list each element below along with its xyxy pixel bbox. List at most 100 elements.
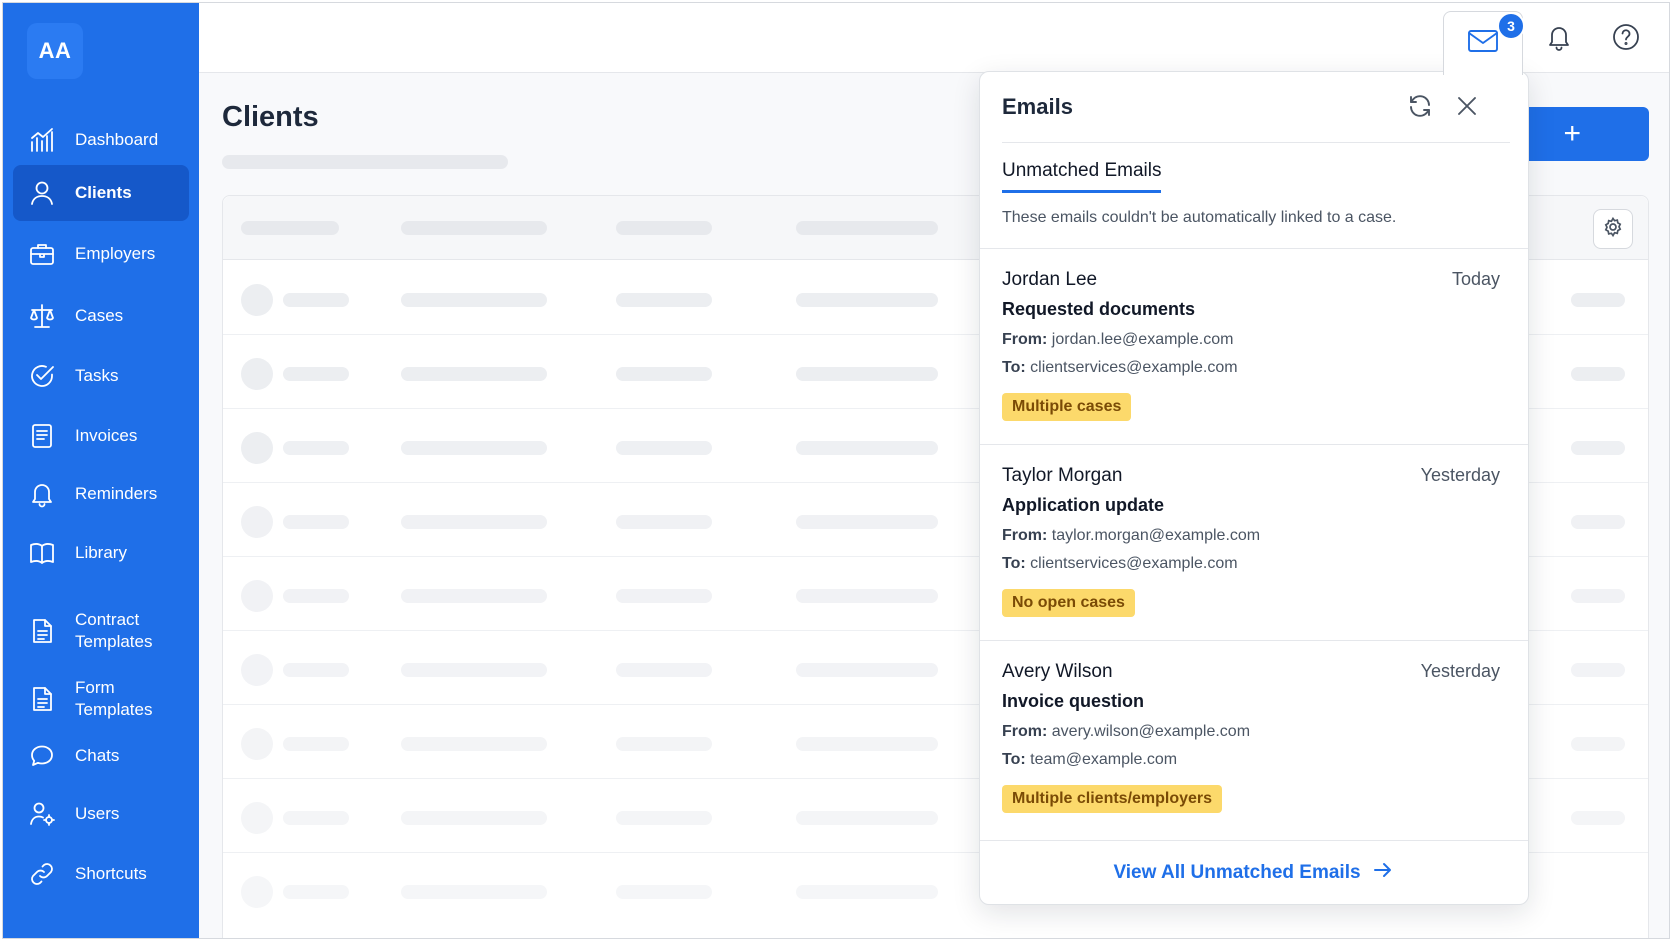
help-button[interactable] bbox=[1602, 15, 1650, 63]
cell-placeholder bbox=[796, 441, 938, 455]
email-sender: Avery Wilson bbox=[1002, 661, 1113, 682]
from-label: From: bbox=[1002, 527, 1048, 544]
cell-placeholder bbox=[283, 885, 349, 899]
cell-placeholder bbox=[1571, 293, 1625, 307]
mail-icon bbox=[1466, 24, 1500, 63]
view-all-unmatched-link[interactable]: View All Unmatched Emails bbox=[980, 840, 1528, 904]
column-header-placeholder bbox=[241, 221, 339, 235]
cell-placeholder bbox=[616, 441, 712, 455]
email-item[interactable]: Avery Wilson Yesterday Invoice question … bbox=[980, 640, 1528, 836]
help-icon bbox=[1611, 22, 1641, 57]
to-label: To: bbox=[1002, 751, 1026, 768]
email-sender: Jordan Lee bbox=[1002, 269, 1098, 290]
sidebar-item-label: Employers bbox=[75, 244, 156, 263]
sidebar-item-dashboard[interactable]: Dashboard bbox=[13, 115, 189, 165]
email-item[interactable]: Jordan Lee Today Requested documents Fro… bbox=[980, 248, 1528, 444]
sidebar-item-label: Users bbox=[75, 804, 120, 823]
invoice-icon bbox=[27, 421, 57, 451]
add-client-button[interactable]: + bbox=[1511, 107, 1649, 161]
sidebar-item-label: Invoices bbox=[75, 426, 138, 445]
sidebar-item-reminders[interactable]: Reminders bbox=[13, 469, 189, 519]
email-date: Today bbox=[1451, 269, 1500, 289]
arrow-right-icon bbox=[1361, 858, 1395, 888]
from-address: taylor.morgan@example.com bbox=[1051, 527, 1261, 544]
cell-placeholder bbox=[1571, 515, 1625, 529]
sidebar-item-label: Shortcuts bbox=[75, 864, 147, 883]
status-badge: Multiple clients/employers bbox=[1002, 785, 1223, 813]
cell-placeholder bbox=[283, 367, 349, 381]
cell-placeholder bbox=[616, 885, 712, 899]
column-header-placeholder bbox=[401, 221, 547, 235]
app-logo[interactable]: AA bbox=[27, 23, 83, 79]
sidebar-item-contract-templates[interactable]: Contract Templates bbox=[13, 603, 189, 659]
sidebar-item-chats[interactable]: Chats bbox=[13, 731, 189, 781]
cell-placeholder bbox=[283, 515, 349, 529]
sidebar-item-invoices[interactable]: Invoices bbox=[13, 411, 189, 461]
cell-placeholder bbox=[401, 293, 547, 307]
sidebar-item-clients[interactable]: Clients bbox=[13, 165, 189, 221]
emails-panel: Emails Unmatched Emails These emails cou… bbox=[979, 71, 1529, 905]
panel-description: These emails couldn't be automatically l… bbox=[1002, 209, 1397, 226]
sidebar-item-library[interactable]: Library bbox=[13, 528, 189, 578]
sidebar-item-label: Reminders bbox=[75, 484, 158, 503]
refresh-button[interactable] bbox=[1402, 90, 1438, 126]
email-to: To: clientservices@example.com bbox=[1002, 555, 1238, 573]
cell-placeholder bbox=[401, 811, 547, 825]
email-to: To: team@example.com bbox=[1002, 751, 1177, 769]
to-address: team@example.com bbox=[1030, 751, 1178, 768]
avatar-placeholder bbox=[241, 876, 273, 908]
cell-placeholder bbox=[796, 663, 938, 677]
column-header-placeholder bbox=[796, 221, 938, 235]
cell-placeholder bbox=[283, 293, 349, 307]
panel-divider bbox=[1002, 142, 1510, 143]
cell-placeholder bbox=[616, 589, 712, 603]
bell-icon bbox=[27, 479, 57, 509]
users-settings-icon bbox=[27, 799, 57, 829]
user-icon bbox=[27, 178, 57, 208]
cell-placeholder bbox=[1571, 811, 1625, 825]
close-button[interactable] bbox=[1449, 90, 1485, 126]
column-header-placeholder bbox=[616, 221, 712, 235]
scale-icon bbox=[27, 301, 57, 331]
email-item[interactable]: Taylor Morgan Yesterday Application upda… bbox=[980, 444, 1528, 640]
to-label: To: bbox=[1002, 359, 1026, 376]
cell-placeholder bbox=[796, 367, 938, 381]
email-date: Yesterday bbox=[1420, 661, 1500, 681]
refresh-icon bbox=[1407, 93, 1433, 124]
sidebar-item-label: Form Templates bbox=[75, 678, 153, 719]
sidebar-item-cases[interactable]: Cases bbox=[13, 291, 189, 341]
cell-placeholder bbox=[283, 441, 349, 455]
sidebar-item-form-templates[interactable]: Form Templates bbox=[13, 671, 189, 727]
cell-placeholder bbox=[283, 737, 349, 751]
sidebar-item-employers[interactable]: Employers bbox=[13, 229, 189, 279]
cell-placeholder bbox=[283, 811, 349, 825]
cell-placeholder bbox=[616, 737, 712, 751]
sidebar-item-label: Cases bbox=[75, 306, 124, 325]
sidebar-item-shortcuts[interactable]: Shortcuts bbox=[13, 849, 189, 899]
email-date: Yesterday bbox=[1420, 465, 1500, 485]
document-icon bbox=[27, 684, 57, 714]
sidebar-item-label: Chats bbox=[75, 746, 120, 765]
cell-placeholder bbox=[796, 811, 938, 825]
subtitle-placeholder bbox=[222, 155, 508, 169]
from-address: jordan.lee@example.com bbox=[1051, 331, 1234, 348]
book-icon bbox=[27, 538, 57, 568]
sidebar-item-tasks[interactable]: Tasks bbox=[13, 351, 189, 401]
cell-placeholder bbox=[401, 885, 547, 899]
cell-placeholder bbox=[616, 663, 712, 677]
cell-placeholder bbox=[796, 515, 938, 529]
table-settings-button[interactable] bbox=[1593, 209, 1633, 249]
cell-placeholder bbox=[401, 441, 547, 455]
avatar-placeholder bbox=[241, 802, 273, 834]
avatar-placeholder bbox=[241, 358, 273, 390]
notifications-button[interactable] bbox=[1535, 15, 1583, 63]
cell-placeholder bbox=[283, 589, 349, 603]
bell-icon bbox=[1544, 22, 1574, 57]
cell-placeholder bbox=[1571, 441, 1625, 455]
chart-icon bbox=[27, 125, 57, 155]
tab-unmatched-emails[interactable]: Unmatched Emails bbox=[1002, 160, 1162, 193]
avatar-placeholder bbox=[241, 654, 273, 686]
sidebar-item-users[interactable]: Users bbox=[13, 789, 189, 839]
cell-placeholder bbox=[796, 589, 938, 603]
from-address: avery.wilson@example.com bbox=[1051, 723, 1251, 740]
